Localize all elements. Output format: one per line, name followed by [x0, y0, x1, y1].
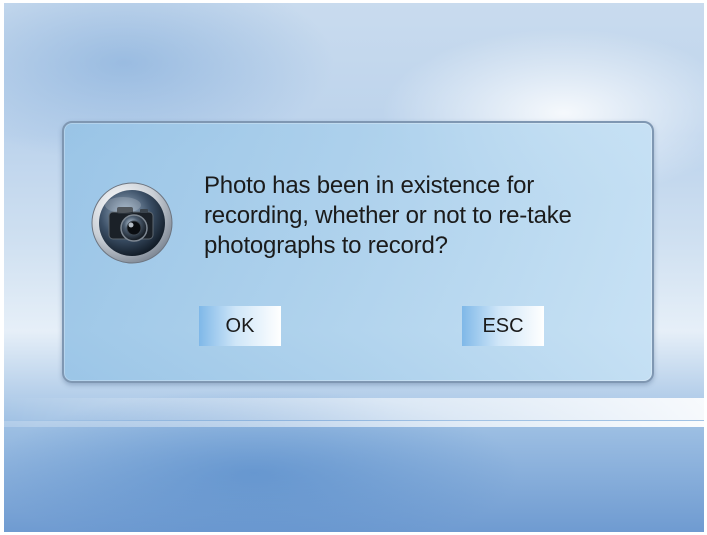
confirm-dialog: Photo has been in existence for recordin…: [62, 121, 654, 383]
camera-icon: [90, 181, 174, 265]
app-screen: Photo has been in existence for recordin…: [4, 3, 704, 532]
background-streak-thin: [4, 421, 704, 427]
background-streak: [4, 398, 704, 420]
dialog-message: Photo has been in existence for recordin…: [204, 172, 572, 259]
ok-button[interactable]: OK: [199, 306, 281, 346]
esc-button[interactable]: ESC: [462, 306, 544, 346]
